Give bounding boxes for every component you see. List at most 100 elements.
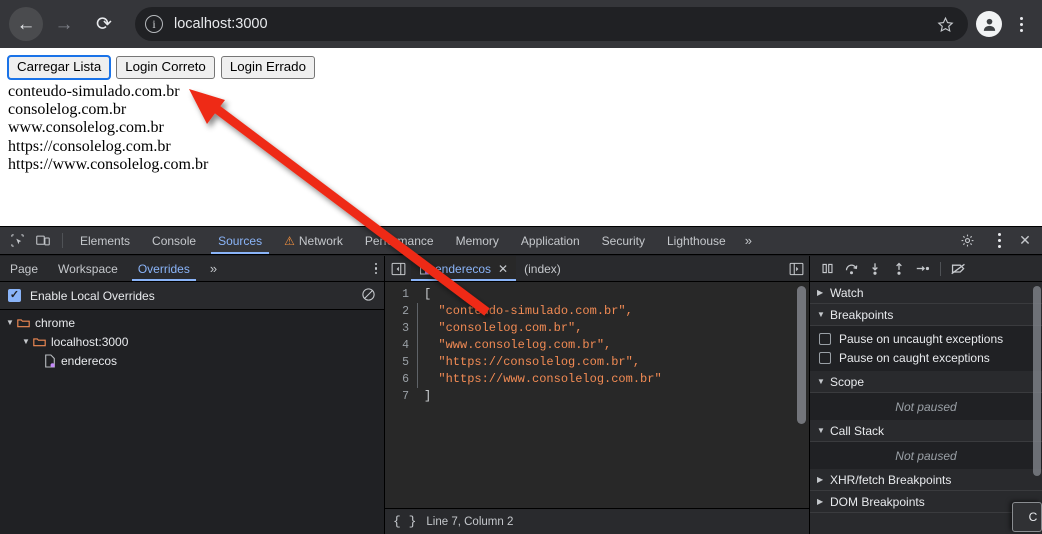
- profile-avatar[interactable]: [976, 11, 1002, 37]
- warning-icon: ⚠: [284, 233, 295, 248]
- subtab-overrides[interactable]: Overrides: [128, 256, 200, 281]
- tab-application[interactable]: Application: [510, 227, 591, 254]
- debugger-pane: ▶ Watch ▼ Breakpoints Pause on uncaught …: [810, 256, 1042, 534]
- tree-row[interactable]: enderecos: [0, 351, 384, 370]
- address-bar[interactable]: i localhost:3000: [135, 7, 968, 41]
- devtools-panel: Elements Console Sources ⚠ Network Perfo…: [0, 226, 1042, 534]
- line-number: 3: [402, 322, 409, 335]
- list-item: https://consolelog.com.br: [8, 137, 171, 155]
- tab-memory[interactable]: Memory: [445, 227, 510, 254]
- debugger-section-scope[interactable]: ▼ Scope: [810, 371, 1042, 393]
- page-viewport: Carregar Lista Login Correto Login Errad…: [0, 48, 1042, 226]
- tree-row[interactable]: ▼ chrome: [0, 313, 384, 332]
- gear-icon[interactable]: [954, 233, 980, 248]
- deactivate-breakpoints-icon[interactable]: [947, 259, 969, 279]
- code-line: 1 [: [385, 286, 809, 303]
- more-tabs-button[interactable]: »: [737, 227, 760, 254]
- scope-not-paused-text: Not paused: [810, 393, 1042, 420]
- login-correto-button[interactable]: Login Correto: [116, 56, 215, 79]
- toolbar-divider: [940, 261, 941, 276]
- back-button[interactable]: ←: [9, 7, 43, 41]
- tab-sources[interactable]: Sources: [207, 227, 273, 254]
- close-icon[interactable]: ✕: [1012, 232, 1038, 249]
- triangle-down-icon: ▼: [817, 310, 825, 319]
- pretty-print-icon[interactable]: { }: [393, 514, 416, 529]
- close-icon[interactable]: ✕: [498, 262, 508, 276]
- subtab-workspace[interactable]: Workspace: [48, 256, 128, 281]
- folder-icon: [33, 337, 46, 346]
- login-errado-button[interactable]: Login Errado: [220, 56, 315, 79]
- devtools-more-button[interactable]: [986, 226, 1012, 256]
- address-list: conteudo-simulado.com.br consolelog.com.…: [0, 83, 1042, 174]
- arrow-left-icon: ←: [16, 13, 36, 35]
- section-label: Scope: [830, 374, 865, 389]
- editor-status-bar: { } Line 7, Column 2: [385, 508, 809, 534]
- tab-lighthouse[interactable]: Lighthouse: [656, 227, 737, 254]
- folder-icon: [17, 318, 30, 327]
- bookmark-star-icon[interactable]: [930, 9, 960, 39]
- screenshot-root: ← → ⟳ i localhost:3000 Carregar Lista Lo…: [0, 0, 1042, 534]
- section-label: DOM Breakpoints: [830, 494, 925, 509]
- code-editor[interactable]: 1 [ 2 "conteudo-simulado.com.br", 3 "con…: [385, 282, 809, 508]
- devtools-tabbar: Elements Console Sources ⚠ Network Perfo…: [0, 227, 1042, 255]
- debugger-section-call-stack[interactable]: ▼ Call Stack: [810, 420, 1042, 442]
- checkbox-unchecked-icon[interactable]: [819, 351, 831, 364]
- collapse-left-panel-icon[interactable]: [385, 256, 411, 281]
- step-over-icon[interactable]: [840, 259, 862, 279]
- checkbox-unchecked-icon[interactable]: [819, 332, 831, 345]
- pause-on-uncaught-exceptions-row[interactable]: Pause on uncaught exceptions: [810, 329, 1042, 348]
- section-label: XHR/fetch Breakpoints: [830, 472, 952, 487]
- step-out-icon[interactable]: [888, 259, 910, 279]
- debugger-section-xhr-breakpoints[interactable]: ▶ XHR/fetch Breakpoints: [810, 469, 1042, 491]
- tree-row[interactable]: ▼ localhost:3000: [0, 332, 384, 351]
- step-into-icon[interactable]: [864, 259, 886, 279]
- list-item: conteudo-simulado.com.br: [8, 83, 180, 100]
- editor-tabbar-right: [783, 256, 809, 281]
- enable-local-overrides-checkbox[interactable]: ✓: [8, 289, 21, 302]
- editor-tab-index[interactable]: (index): [516, 256, 569, 281]
- editor-tab-enderecos[interactable]: enderecos ✕: [411, 256, 517, 281]
- carregar-lista-button[interactable]: Carregar Lista: [6, 55, 112, 80]
- navigator-menu-button[interactable]: [374, 262, 377, 275]
- device-toolbar-icon[interactable]: [30, 227, 56, 254]
- expand-right-panel-icon[interactable]: [783, 262, 809, 276]
- breakpoint-options: Pause on uncaught exceptions Pause on ca…: [810, 326, 1042, 371]
- debugger-section-dom-breakpoints[interactable]: ▶ DOM Breakpoints: [810, 491, 1042, 513]
- tab-console[interactable]: Console: [141, 227, 207, 254]
- editor-scrollbar[interactable]: [797, 286, 806, 424]
- enable-local-overrides-label: Enable Local Overrides: [30, 288, 155, 303]
- reload-button[interactable]: ⟳: [87, 7, 121, 41]
- code-text: "consolelog.com.br",: [424, 321, 583, 335]
- tree-label: chrome: [35, 315, 76, 330]
- pause-script-icon[interactable]: [816, 259, 838, 279]
- code-text: "www.consolelog.com.br",: [424, 338, 612, 352]
- tab-elements[interactable]: Elements: [69, 227, 141, 254]
- pause-on-caught-exceptions-row[interactable]: Pause on caught exceptions: [810, 348, 1042, 367]
- line-number: 1: [402, 288, 409, 301]
- enable-local-overrides-row[interactable]: ✓ Enable Local Overrides: [0, 282, 384, 310]
- browser-menu-button[interactable]: [1008, 9, 1034, 39]
- kebab-menu-icon: [1019, 16, 1023, 20]
- debugger-section-breakpoints[interactable]: ▼ Breakpoints: [810, 304, 1042, 326]
- breakpoint-option-label: Pause on caught exceptions: [839, 350, 990, 365]
- section-label: Call Stack: [830, 423, 885, 438]
- site-info-glyph: i: [152, 16, 156, 31]
- forward-button[interactable]: →: [47, 7, 81, 41]
- json-file-icon: [420, 262, 429, 275]
- subtab-page[interactable]: Page: [0, 256, 48, 281]
- debugger-scrollbar[interactable]: [1033, 286, 1041, 476]
- corner-popup-button[interactable]: C: [1012, 502, 1042, 532]
- triangle-down-icon: ▼: [817, 377, 825, 386]
- triangle-down-icon: ▼: [22, 337, 30, 346]
- clear-overrides-icon[interactable]: [361, 287, 376, 305]
- tab-network[interactable]: ⚠ Network: [273, 227, 354, 254]
- site-info-icon[interactable]: i: [145, 15, 163, 33]
- code-line: 2 "conteudo-simulado.com.br",: [385, 303, 809, 320]
- step-icon[interactable]: [912, 259, 934, 279]
- debugger-section-watch[interactable]: ▶ Watch: [810, 282, 1042, 304]
- inspect-element-icon[interactable]: [4, 227, 30, 254]
- tab-performance[interactable]: Performance: [354, 227, 445, 254]
- navigator-more-button[interactable]: »: [200, 256, 227, 281]
- navigator-subtabs: Page Workspace Overrides »: [0, 256, 384, 282]
- tab-security[interactable]: Security: [591, 227, 656, 254]
